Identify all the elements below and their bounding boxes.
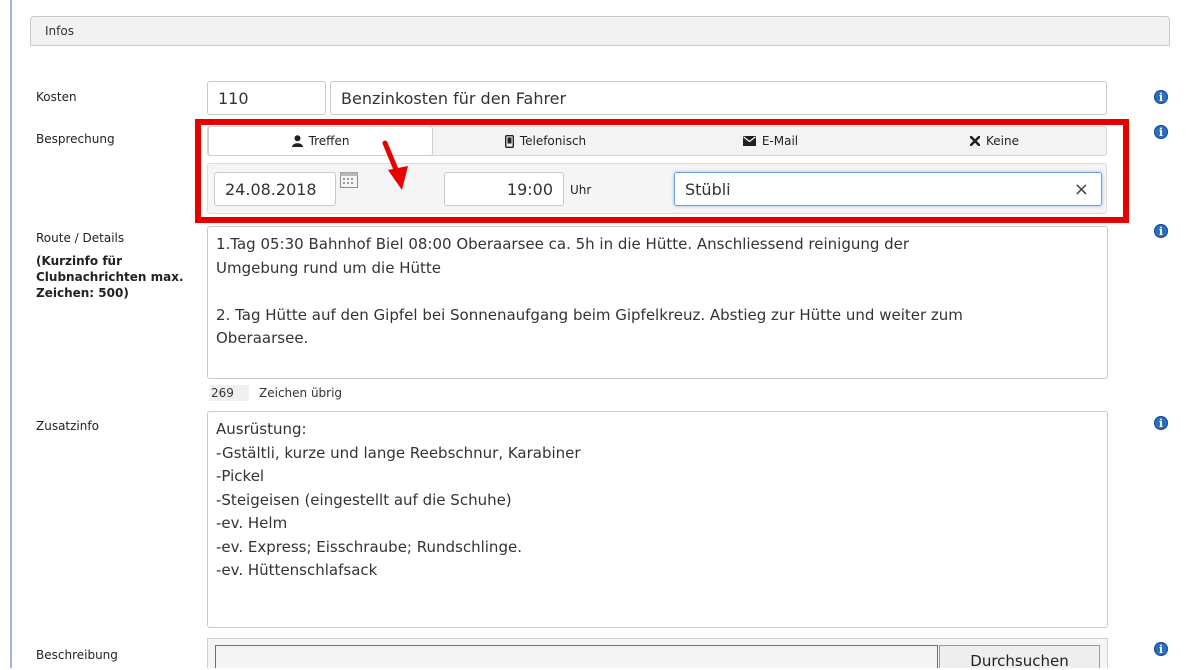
section-header: Infos bbox=[30, 16, 1170, 46]
beschreibung-info-icon[interactable]: i bbox=[1154, 642, 1168, 656]
kosten-amount-value: 110 bbox=[218, 88, 249, 108]
besprechung-label: Besprechung bbox=[36, 132, 115, 146]
kosten-label: Kosten bbox=[36, 90, 77, 104]
route-hint: (Kurzinfo für Clubnachrichten max. Zeich… bbox=[36, 254, 184, 300]
route-textarea[interactable]: 1.Tag 05:30 Bahnhof Biel 08:00 Oberaarse… bbox=[207, 226, 1108, 379]
left-border-line bbox=[10, 0, 12, 668]
zusatzinfo-label: Zusatzinfo bbox=[36, 419, 99, 433]
zusatzinfo-textarea[interactable]: Ausrüstung: -Gstältli, kurze und lange R… bbox=[207, 411, 1108, 628]
kosten-info-icon[interactable]: i bbox=[1154, 90, 1168, 104]
besprechung-info-icon[interactable]: i bbox=[1154, 125, 1168, 139]
beschreibung-label: Beschreibung bbox=[36, 648, 118, 662]
remaining-count: 269 bbox=[209, 385, 249, 401]
route-info-icon[interactable]: i bbox=[1154, 224, 1168, 238]
kosten-description-value: Benzinkosten für den Fahrer bbox=[341, 88, 567, 108]
kosten-amount-input[interactable]: 110 bbox=[207, 81, 326, 115]
file-path-input[interactable] bbox=[215, 645, 938, 668]
remaining-label: Zeichen übrig bbox=[259, 386, 343, 400]
route-label: Route / Details bbox=[36, 231, 125, 245]
zusatzinfo-info-icon[interactable]: i bbox=[1154, 416, 1168, 430]
section-title: Infos bbox=[45, 24, 74, 38]
browse-button[interactable]: Durchsuchen bbox=[939, 645, 1100, 670]
highlight-box bbox=[195, 119, 1129, 223]
kosten-description-input[interactable]: Benzinkosten für den Fahrer bbox=[330, 81, 1107, 115]
